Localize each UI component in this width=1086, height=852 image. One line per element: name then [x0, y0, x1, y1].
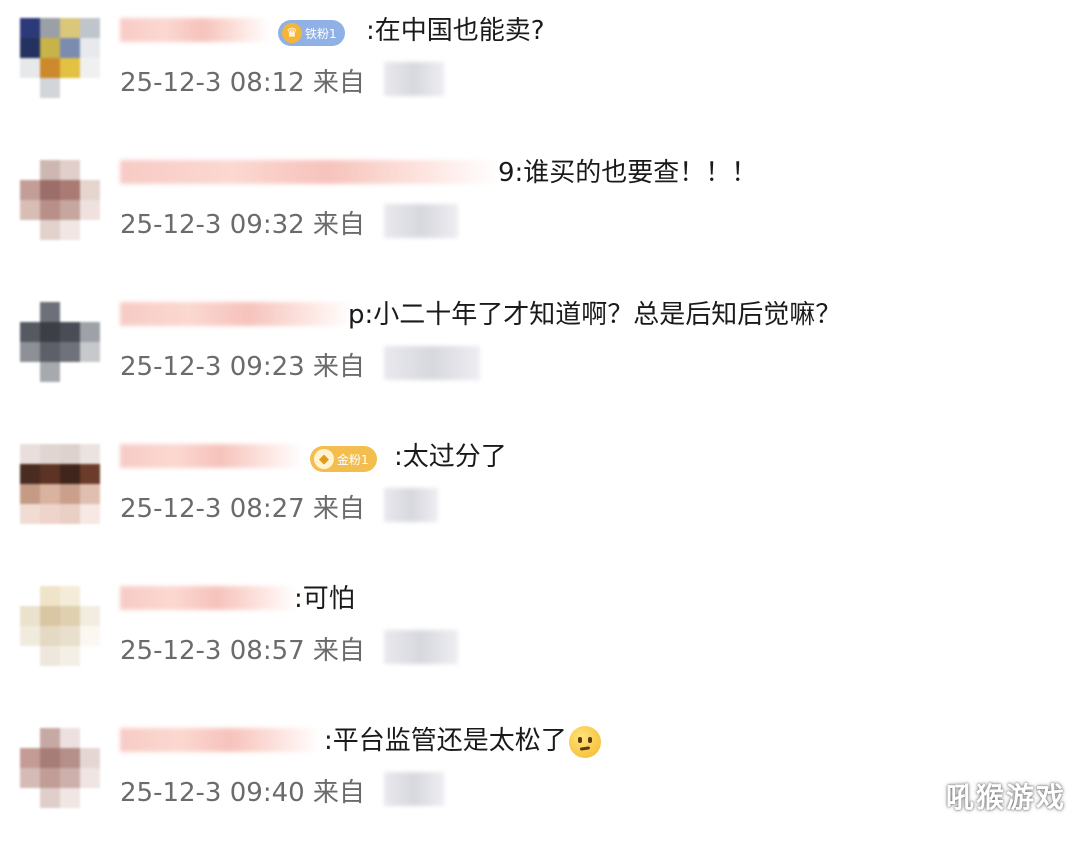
badge-label: 铁粉1 [305, 26, 337, 41]
comment-meta: 25-12-3 08:27 来自 [120, 494, 365, 524]
crown-icon: ♛ [282, 23, 302, 43]
gem-icon: ◆ [314, 449, 334, 469]
comment-item: :可怕 25-12-3 08:57 来自 [0, 568, 1086, 710]
username-redacted[interactable] [120, 728, 320, 752]
avatar[interactable] [20, 444, 100, 524]
username-redacted[interactable] [120, 18, 270, 42]
watermark: 吼猴游戏 [945, 781, 1066, 814]
avatar[interactable] [20, 728, 100, 808]
comment-item: p:小二十年了才知道啊？总是后知后觉嘛？ 25-12-3 09:23 来自 [0, 284, 1086, 426]
comment-text: p:小二十年了才知道啊？总是后知后觉嘛？ [348, 300, 842, 330]
username-redacted[interactable] [120, 444, 302, 468]
source-redacted [384, 488, 438, 522]
fan-badge: ◆ 金粉1 [310, 446, 377, 472]
comment-text: :平台监管还是太松了 [324, 724, 601, 758]
comment-meta: 25-12-3 09:23 来自 [120, 352, 365, 382]
avatar[interactable] [20, 18, 100, 98]
source-redacted [384, 346, 480, 380]
avatar[interactable] [20, 160, 100, 240]
username-redacted[interactable] [120, 302, 352, 326]
avatar[interactable] [20, 302, 100, 382]
comment-meta: 25-12-3 09:32 来自 [120, 210, 365, 240]
comment-meta: 25-12-3 09:40 来自 [120, 778, 365, 808]
username-redacted[interactable] [120, 160, 498, 184]
comment-item: 9:谁买的也要查！！！ 25-12-3 09:32 来自 [0, 142, 1086, 284]
avatar[interactable] [20, 586, 100, 666]
comment-text: 9:谁买的也要查！！！ [498, 158, 758, 188]
comment-text: :在中国也能卖? [366, 16, 545, 46]
comment-item: :平台监管还是太松了 25-12-3 09:40 来自 [0, 710, 1086, 852]
source-redacted [384, 630, 458, 664]
source-redacted [384, 772, 444, 806]
source-redacted [384, 62, 444, 96]
comment-text: :可怕 [294, 584, 355, 614]
comment-text-body: :平台监管还是太松了 [324, 726, 567, 756]
thinking-face-icon [568, 725, 601, 758]
source-redacted [384, 204, 458, 238]
username-redacted[interactable] [120, 586, 296, 610]
comment-meta: 25-12-3 08:12 来自 [120, 68, 365, 98]
comment-text: :太过分了 [394, 442, 507, 472]
badge-label: 金粉1 [337, 452, 369, 467]
comment-item: ♛ 铁粉1 :在中国也能卖? 25-12-3 08:12 来自 [0, 0, 1086, 142]
comment-item: ◆ 金粉1 :太过分了 25-12-3 08:27 来自 [0, 426, 1086, 568]
fan-badge: ♛ 铁粉1 [278, 20, 345, 46]
comment-meta: 25-12-3 08:57 来自 [120, 636, 365, 666]
